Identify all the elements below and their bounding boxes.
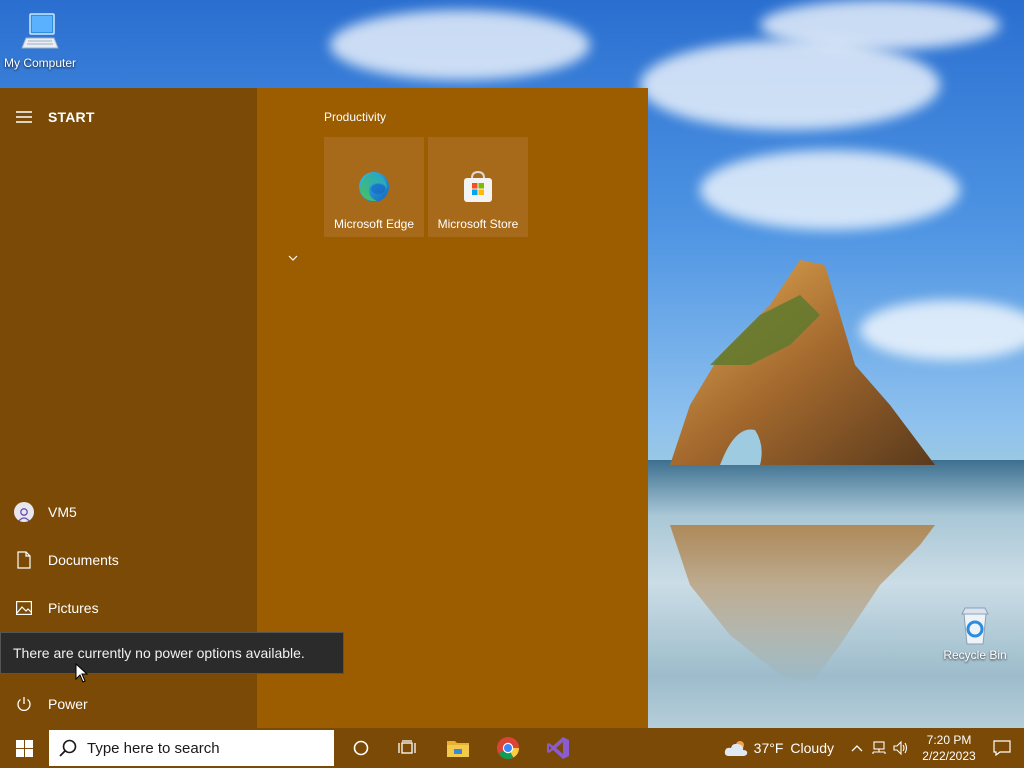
- hamburger-menu-button[interactable]: [0, 111, 48, 123]
- pictures-label: Pictures: [48, 600, 99, 616]
- task-view-icon: [398, 740, 416, 754]
- tile-group-title: Productivity: [324, 110, 387, 124]
- task-view-button[interactable]: [384, 728, 430, 768]
- chrome-icon: [497, 737, 519, 759]
- edge-icon: [359, 172, 389, 202]
- start-button[interactable]: [0, 728, 48, 768]
- clock-time: 7:20 PM: [926, 733, 972, 747]
- network-icon: [872, 741, 886, 754]
- search-icon: [59, 739, 77, 757]
- user-icon: [17, 508, 31, 522]
- cortana-button[interactable]: [338, 728, 384, 768]
- start-title: START: [48, 109, 95, 125]
- desktop-icon-label: My Computer: [3, 56, 77, 70]
- power-button[interactable]: Power: [0, 682, 257, 726]
- tile-microsoft-edge[interactable]: Microsoft Edge: [324, 137, 424, 237]
- avatar: [14, 502, 34, 522]
- tooltip-text: There are currently no power options ava…: [13, 645, 305, 661]
- cloudy-weather-icon: [724, 741, 747, 756]
- weather-widget[interactable]: 37°F Cloudy: [724, 739, 834, 757]
- visual-studio-button[interactable]: [534, 728, 582, 768]
- desktop-icon-my-computer[interactable]: My Computer: [0, 12, 80, 70]
- hamburger-icon: [16, 111, 32, 123]
- user-name: VM5: [48, 504, 77, 520]
- visual-studio-icon: [547, 737, 569, 759]
- desktop-icon-recycle-bin[interactable]: Recycle Bin: [935, 604, 1015, 662]
- power-label: Power: [48, 696, 88, 712]
- windows-logo-icon: [15, 739, 33, 757]
- user-account-button[interactable]: VM5: [0, 490, 257, 534]
- volume-button[interactable]: [890, 741, 912, 755]
- speaker-icon: [893, 741, 908, 755]
- search-placeholder: Type here to search: [87, 739, 220, 757]
- pictures-button[interactable]: Pictures: [0, 586, 257, 630]
- documents-label: Documents: [48, 552, 119, 568]
- chrome-button[interactable]: [484, 728, 532, 768]
- computer-icon: [21, 13, 59, 49]
- taskbar-search-box[interactable]: Type here to search: [49, 730, 334, 766]
- file-explorer-button[interactable]: [434, 728, 482, 768]
- store-icon: [464, 170, 492, 202]
- file-explorer-icon: [447, 741, 469, 757]
- recycle-bin-icon: [961, 607, 989, 645]
- chevron-up-icon: [851, 745, 863, 752]
- tile-label: Microsoft Edge: [333, 217, 415, 231]
- tile-microsoft-store[interactable]: Microsoft Store: [428, 137, 528, 237]
- documents-button[interactable]: Documents: [0, 538, 257, 582]
- weather-temp: 37°F: [753, 740, 784, 756]
- weather-condition: Cloudy: [790, 740, 834, 756]
- show-hidden-icons-button[interactable]: [846, 744, 868, 752]
- desktop-icon-label: Recycle Bin: [943, 648, 1007, 662]
- expand-group-button[interactable]: [288, 248, 298, 266]
- mouse-cursor-icon: [75, 663, 89, 683]
- power-tooltip: There are currently no power options ava…: [0, 632, 344, 674]
- tile-label: Microsoft Store: [437, 217, 519, 231]
- network-button[interactable]: [868, 741, 890, 755]
- notifications-button[interactable]: [980, 740, 1024, 756]
- pictures-icon: [16, 601, 32, 615]
- power-icon: [17, 697, 31, 711]
- system-tray: 37°F Cloudy 7:20 PM 2/22/2023: [724, 728, 1024, 768]
- chevron-down-icon: [288, 255, 298, 261]
- notification-icon: [993, 740, 1011, 756]
- cortana-icon: [353, 740, 369, 756]
- clock-button[interactable]: 7:20 PM 2/22/2023: [918, 732, 980, 764]
- clock-date: 2/22/2023: [922, 749, 976, 763]
- document-icon: [17, 551, 31, 569]
- taskbar: Type here to search 37°F Cloudy 7:20 PM …: [0, 728, 1024, 768]
